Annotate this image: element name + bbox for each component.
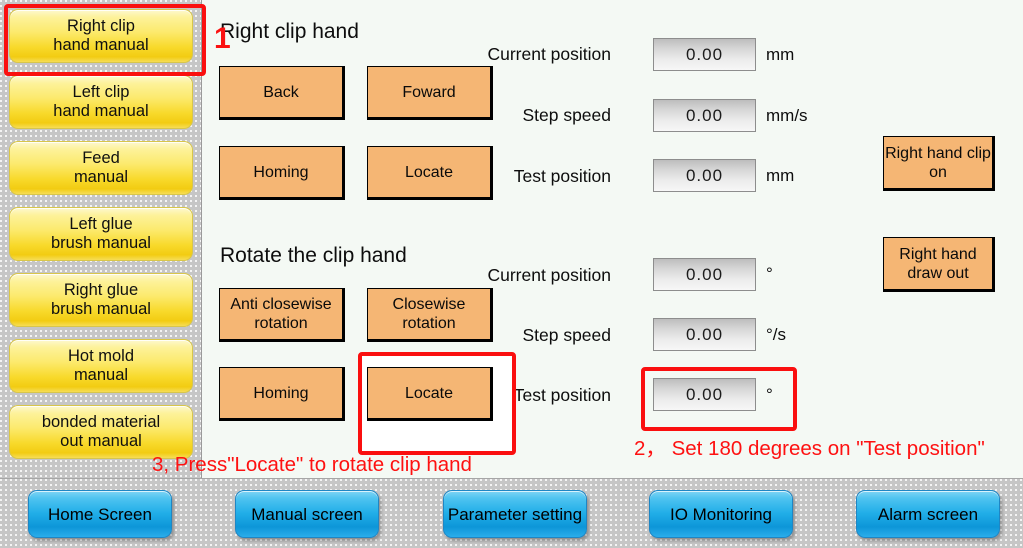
hmi-screen: Right clip hand manual Left clip hand ma… <box>0 0 1023 548</box>
right-hand-clip-on-button[interactable]: Right hand clip on <box>883 136 995 191</box>
right-hand-draw-out-button[interactable]: Right hand draw out <box>883 237 995 292</box>
nav-alarm-screen-button[interactable]: Alarm screen <box>856 490 1000 538</box>
main-panel: Right clip hand Back Foward Homing Locat… <box>203 0 1023 478</box>
closewise-rotation-label-line2: rotation <box>402 315 456 332</box>
sidebar-item-right-glue-brush-manual[interactable]: Right glue brush manual <box>9 273 193 327</box>
label-step-speed-linear: Step speed <box>522 105 611 125</box>
sidebar-item-label-line2: manual <box>73 366 129 384</box>
closewise-rotation-label-line1: Closewise <box>392 296 466 313</box>
nav-alarm-screen-label: Alarm screen <box>877 504 979 524</box>
locate-button-rotary-highlighted-label: Locate <box>404 384 454 402</box>
nav-home-screen-button[interactable]: Home Screen <box>28 490 172 538</box>
unit-step-speed-linear: mm/s <box>766 106 808 125</box>
back-button[interactable]: Back <box>219 66 345 120</box>
right-hand-draw-out-label-line2: draw out <box>907 264 969 282</box>
sidebar-item-left-clip-hand-manual[interactable]: Left clip hand manual <box>9 75 193 129</box>
locate-button-linear-label: Locate <box>404 163 454 181</box>
nav-parameter-setting-label-line1: Parameter <box>447 504 528 524</box>
foward-button-label: Foward <box>402 83 456 101</box>
value-current-position-rotary[interactable]: 0.00 <box>653 258 756 291</box>
sidebar-item-label-line2: hand manual <box>53 102 149 120</box>
value-test-position-rotary[interactable]: 0.00 <box>653 378 756 411</box>
bottom-navigation-bar: Home Screen Manual screen Parameter sett… <box>0 478 1023 548</box>
sidebar-item-label-line2: manual <box>73 168 129 186</box>
sidebar-item-label-line2: brush manual <box>51 234 151 252</box>
nav-manual-screen-label: Manual screen <box>251 504 363 524</box>
unit-test-position-rotary: ° <box>766 385 773 404</box>
unit-current-position-linear: mm <box>766 45 795 64</box>
sidebar-item-left-glue-brush-manual[interactable]: Left glue brush manual <box>9 207 193 261</box>
sidebar-item-label-line2: brush manual <box>51 300 151 318</box>
anti-closewise-rotation-label-line2: rotation <box>254 315 308 332</box>
sidebar-item-hot-mold-manual[interactable]: Hot mold manual <box>9 339 193 393</box>
value-step-speed-linear[interactable]: 0.00 <box>653 99 756 132</box>
unit-step-speed-rotary: °/s <box>766 325 787 344</box>
nav-parameter-setting-label-line2: setting <box>532 504 583 524</box>
label-step-speed-rotary: Step speed <box>522 325 611 345</box>
value-current-position-linear[interactable]: 0.00 <box>653 38 756 71</box>
nav-home-screen-label: Home Screen <box>48 504 152 524</box>
sidebar-item-label-line1: bonded material <box>41 413 161 431</box>
homing-button-rotary-label: Homing <box>253 384 309 402</box>
homing-button-rotary[interactable]: Homing <box>219 367 345 421</box>
right-hand-clip-on-label-line1: Right hand <box>885 144 963 162</box>
label-test-position-linear: Test position <box>513 166 611 186</box>
homing-button-linear[interactable]: Homing <box>219 146 345 200</box>
label-current-position-linear: Current position <box>487 44 611 64</box>
sidebar-item-label-line1: Right clip <box>67 17 135 35</box>
nav-io-monitoring-button[interactable]: IO Monitoring <box>649 490 793 538</box>
value-step-speed-rotary[interactable]: 0.00 <box>653 318 756 351</box>
locate-button-rotary-highlighted[interactable]: Locate <box>367 367 493 421</box>
sidebar-item-label-line1: Left glue <box>69 215 133 233</box>
back-button-label: Back <box>263 83 299 101</box>
unit-test-position-linear: mm <box>766 166 795 185</box>
anti-closewise-rotation-button[interactable]: Anti closewise rotation <box>219 288 345 342</box>
unit-current-position-rotary: ° <box>766 264 773 283</box>
anti-closewise-rotation-label-line1: Anti closewise <box>230 296 332 313</box>
sidebar-item-label-line2: out manual <box>60 432 142 450</box>
sidebar-item-label-line2: hand manual <box>53 36 149 54</box>
sidebar-item-label-line1: Feed <box>82 149 120 167</box>
sidebar: Right clip hand manual Left clip hand ma… <box>0 0 202 478</box>
sidebar-item-bonded-material-out-manual[interactable]: bonded material out manual <box>9 405 193 459</box>
section-title-rotate-clip-hand: Rotate the clip hand <box>220 244 407 267</box>
label-current-position-rotary: Current position <box>487 265 611 285</box>
sidebar-item-right-clip-hand-manual[interactable]: Right clip hand manual <box>9 9 193 63</box>
sidebar-item-feed-manual[interactable]: Feed manual <box>9 141 193 195</box>
nav-parameter-setting-button[interactable]: Parameter setting <box>443 490 587 538</box>
sidebar-item-label-line1: Left clip <box>72 83 130 101</box>
sidebar-item-label-line1: Hot mold <box>67 347 135 365</box>
sidebar-item-label-line1: Right glue <box>63 281 139 299</box>
homing-button-linear-label: Homing <box>253 163 309 181</box>
nav-manual-screen-button[interactable]: Manual screen <box>235 490 379 538</box>
section-title-right-clip-hand: Right clip hand <box>220 20 359 43</box>
value-test-position-linear[interactable]: 0.00 <box>653 159 756 192</box>
nav-io-monitoring-label: IO Monitoring <box>669 504 773 524</box>
right-hand-draw-out-label-line1: Right hand <box>899 245 977 263</box>
